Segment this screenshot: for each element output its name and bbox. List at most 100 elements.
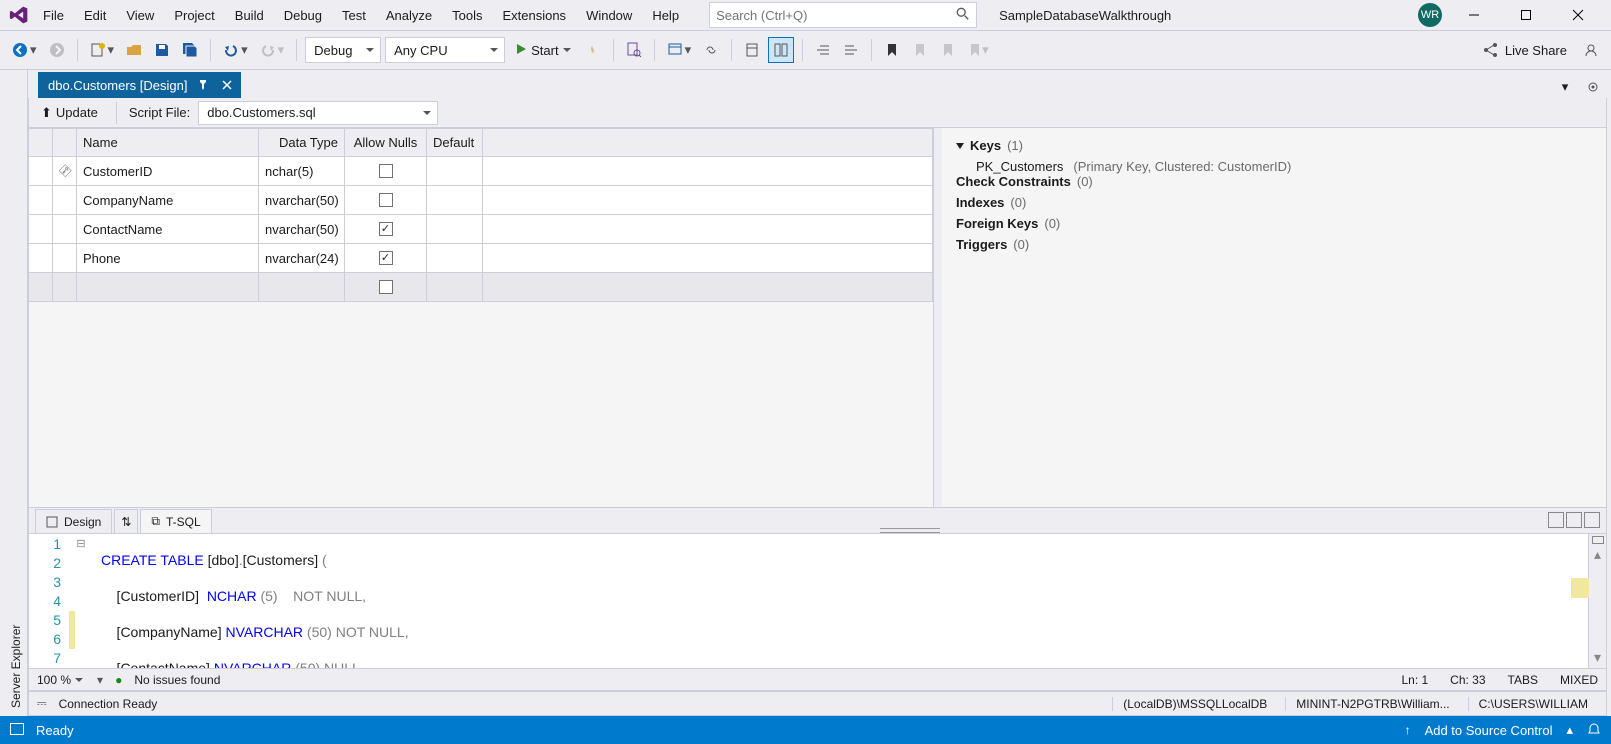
allownulls-cell[interactable] bbox=[345, 186, 427, 214]
allownulls-checkbox[interactable] bbox=[379, 222, 393, 236]
column-name-cell[interactable]: CompanyName bbox=[77, 186, 259, 214]
allownulls-checkbox[interactable] bbox=[379, 164, 393, 178]
grid-row[interactable]: Phonenvarchar(24) bbox=[29, 244, 933, 273]
maximize-button[interactable] bbox=[1506, 1, 1546, 29]
tab-settings-icon[interactable] bbox=[1581, 74, 1605, 100]
hot-reload-button[interactable] bbox=[581, 37, 605, 63]
allownulls-cell[interactable] bbox=[345, 244, 427, 272]
bookmark-next-button[interactable] bbox=[936, 37, 960, 63]
zoom-dropdown[interactable]: 100 % bbox=[37, 673, 85, 687]
menu-edit[interactable]: Edit bbox=[74, 4, 116, 27]
column-type-cell[interactable]: nchar(5) bbox=[259, 157, 345, 185]
config-dropdown[interactable]: Debug bbox=[305, 37, 381, 63]
link-button[interactable] bbox=[699, 37, 723, 63]
allownulls-checkbox[interactable] bbox=[379, 251, 393, 265]
live-share-button[interactable]: Live Share bbox=[1475, 42, 1575, 58]
doc-tab-customers[interactable]: dbo.Customers [Design] bbox=[38, 72, 241, 98]
column-name-cell[interactable]: Phone bbox=[77, 244, 259, 272]
new-item-button[interactable]: ▾ bbox=[86, 37, 119, 63]
solution-explorer-button[interactable] bbox=[740, 37, 764, 63]
row-selector[interactable] bbox=[29, 215, 53, 243]
default-cell[interactable] bbox=[427, 215, 483, 243]
allownulls-checkbox[interactable] bbox=[379, 280, 393, 294]
column-type-cell[interactable]: nvarchar(24) bbox=[259, 244, 345, 272]
grid-new-row[interactable] bbox=[29, 273, 933, 302]
source-control-caret-icon[interactable]: ▴ bbox=[1566, 722, 1573, 738]
server-explorer-tab[interactable]: Server Explorer bbox=[0, 70, 28, 716]
sql-editor[interactable]: 1⊟ 2 3 4 5 6 7 CREATE TABLE [dbo].[Custo… bbox=[29, 533, 1606, 669]
search-box[interactable] bbox=[709, 2, 977, 28]
bookmark-prev-button[interactable] bbox=[908, 37, 932, 63]
start-button[interactable]: Start bbox=[509, 37, 576, 63]
browser-link-button[interactable]: ▾ bbox=[663, 37, 696, 63]
design-tab[interactable]: Design bbox=[35, 509, 112, 533]
checkconstraints-section[interactable]: Check Constraints (0) bbox=[956, 174, 1592, 189]
platform-dropdown[interactable]: Any CPU bbox=[385, 37, 505, 63]
column-name-cell[interactable]: ContactName bbox=[77, 215, 259, 243]
pin-icon[interactable] bbox=[195, 77, 211, 93]
close-tab-icon[interactable] bbox=[219, 77, 235, 93]
outdent-button[interactable] bbox=[811, 37, 835, 63]
menu-build[interactable]: Build bbox=[225, 4, 274, 27]
update-button[interactable]: ⬆ Update bbox=[35, 103, 104, 123]
triggers-section[interactable]: Triggers (0) bbox=[956, 237, 1592, 252]
grid-row[interactable]: ⚿CustomerIDnchar(5) bbox=[29, 157, 933, 186]
menu-extensions[interactable]: Extensions bbox=[492, 4, 576, 27]
bookmark-clear-button[interactable]: ▾ bbox=[964, 37, 993, 63]
save-all-button[interactable] bbox=[178, 37, 202, 63]
script-file-dropdown[interactable]: dbo.Customers.sql bbox=[198, 101, 438, 125]
scroll-down-icon[interactable]: ▾ bbox=[1594, 649, 1601, 666]
save-button[interactable] bbox=[150, 37, 174, 63]
nav-forward-button[interactable] bbox=[45, 37, 69, 63]
row-selector[interactable] bbox=[29, 244, 53, 272]
feedback-button[interactable] bbox=[1579, 37, 1603, 63]
undo-button[interactable]: ▾ bbox=[219, 37, 252, 63]
menu-window[interactable]: Window bbox=[576, 4, 642, 27]
default-cell[interactable] bbox=[427, 157, 483, 185]
row-selector[interactable] bbox=[29, 186, 53, 214]
menu-file[interactable]: File bbox=[33, 4, 74, 27]
nav-back-button[interactable]: ▾ bbox=[8, 37, 41, 63]
vertical-splitter[interactable] bbox=[934, 128, 942, 507]
indent-button[interactable] bbox=[839, 37, 863, 63]
expand-caret-icon[interactable] bbox=[956, 143, 964, 149]
redo-button[interactable]: ▾ bbox=[256, 37, 289, 63]
find-in-files-button[interactable] bbox=[622, 37, 646, 63]
allownulls-checkbox[interactable] bbox=[379, 193, 393, 207]
tsql-tab[interactable]: ⧉ T-SQL bbox=[140, 509, 211, 533]
column-type-cell[interactable]: nvarchar(50) bbox=[259, 186, 345, 214]
sql-code[interactable]: CREATE TABLE [dbo].[Customers] ( [Custom… bbox=[101, 534, 1588, 668]
menu-analyze[interactable]: Analyze bbox=[376, 4, 442, 27]
menu-test[interactable]: Test bbox=[332, 4, 376, 27]
menu-tools[interactable]: Tools bbox=[442, 4, 492, 27]
notifications-icon[interactable] bbox=[1587, 722, 1601, 739]
close-button[interactable] bbox=[1558, 1, 1598, 29]
default-cell[interactable] bbox=[427, 244, 483, 272]
source-control-button[interactable]: Add to Source Control bbox=[1425, 723, 1553, 738]
tab-dropdown-icon[interactable]: ▾ bbox=[1553, 74, 1577, 100]
column-name-cell[interactable]: CustomerID bbox=[77, 157, 259, 185]
bookmark-button[interactable] bbox=[880, 37, 904, 63]
pane-max-icon[interactable] bbox=[1584, 512, 1600, 528]
indexes-section[interactable]: Indexes (0) bbox=[956, 195, 1592, 210]
open-button[interactable] bbox=[122, 37, 146, 63]
search-input[interactable] bbox=[716, 8, 956, 23]
properties-button[interactable] bbox=[768, 37, 794, 63]
menu-debug[interactable]: Debug bbox=[274, 4, 332, 27]
keys-item[interactable]: PK_Customers (Primary Key, Clustered: Cu… bbox=[976, 159, 1592, 174]
column-type-cell[interactable]: nvarchar(50) bbox=[259, 215, 345, 243]
foreignkeys-section[interactable]: Foreign Keys (0) bbox=[956, 216, 1592, 231]
menu-help[interactable]: Help bbox=[642, 4, 689, 27]
sql-scrollbar[interactable]: ▴ ▾ bbox=[1588, 534, 1606, 668]
scroll-up-icon[interactable]: ▴ bbox=[1594, 546, 1601, 563]
swap-tab[interactable]: ⇅ bbox=[114, 509, 138, 533]
user-avatar[interactable]: WR bbox=[1418, 3, 1442, 27]
menu-project[interactable]: Project bbox=[164, 4, 224, 27]
keys-section[interactable]: Keys (1) bbox=[956, 138, 1592, 153]
minimize-button[interactable] bbox=[1454, 1, 1494, 29]
grid-row[interactable]: CompanyNamenvarchar(50) bbox=[29, 186, 933, 215]
allownulls-cell[interactable] bbox=[345, 157, 427, 185]
allownulls-cell[interactable] bbox=[345, 215, 427, 243]
row-selector[interactable] bbox=[29, 157, 53, 185]
menu-view[interactable]: View bbox=[116, 4, 164, 27]
